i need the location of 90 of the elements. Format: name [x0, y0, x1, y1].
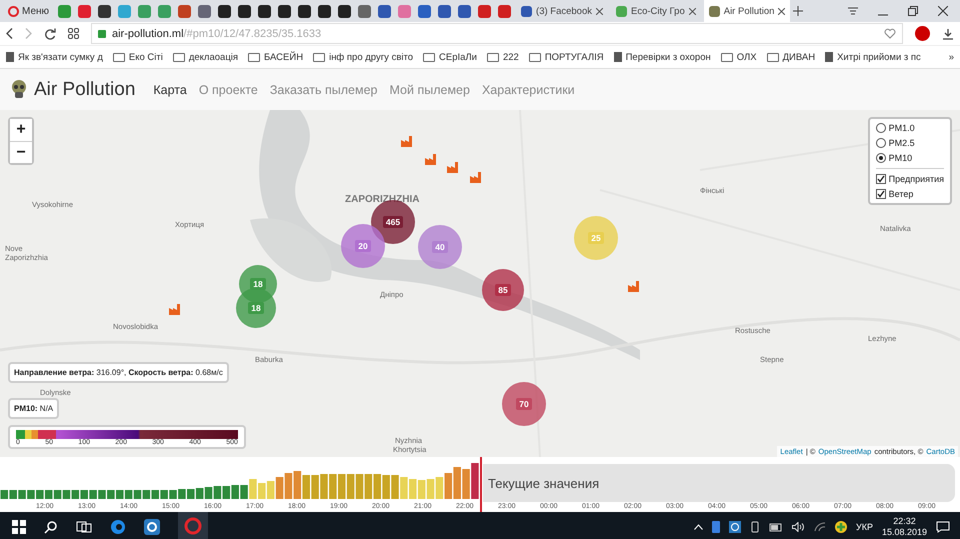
favicon-icon[interactable] — [338, 4, 352, 18]
app-icon[interactable] — [144, 518, 160, 534]
browser-tab[interactable]: Eco-City Гро — [611, 0, 701, 22]
usb-drive-icon[interactable] — [712, 520, 720, 532]
zoom-out-button[interactable]: − — [10, 141, 32, 163]
language-indicator[interactable]: УКР — [856, 522, 873, 532]
clock-date[interactable]: 15.08.2019 — [882, 526, 927, 538]
wifi-icon[interactable] — [814, 522, 826, 532]
brand-title[interactable]: Air Pollution — [34, 78, 136, 100]
tray-app-icon[interactable] — [834, 520, 847, 532]
heart-icon[interactable] — [884, 28, 896, 39]
battery-icon[interactable] — [768, 522, 783, 532]
factory-icon[interactable] — [425, 154, 437, 165]
browser-logo-icon — [8, 6, 19, 16]
factory-icon[interactable] — [169, 304, 181, 315]
download-icon[interactable] — [942, 28, 954, 40]
bookmark-item[interactable]: 222 — [486, 52, 519, 62]
factory-icon[interactable] — [401, 136, 413, 147]
radio-label[interactable]: PM10 — [888, 153, 912, 163]
radio-label[interactable]: PM1.0 — [888, 123, 915, 133]
new-tab-icon[interactable] — [793, 6, 804, 16]
back-icon[interactable] — [6, 28, 13, 39]
bookmark-item[interactable]: ПОРТУГАЛІЯ — [528, 52, 604, 62]
clock-time[interactable]: 22:32 — [893, 516, 916, 526]
bookmark-item[interactable]: Перевірки з охорон — [614, 52, 711, 62]
radio-button[interactable] — [876, 153, 886, 163]
gas-mask-icon — [10, 80, 28, 100]
pm-info: PM10: N/A — [8, 398, 60, 419]
favicon-icon[interactable] — [298, 4, 312, 18]
url-domain: air-pollution.ml — [112, 28, 184, 40]
grid-icon[interactable] — [68, 28, 79, 39]
favicon-icon — [616, 6, 628, 16]
url-path: /#pm10/12/47.8235/35.1633 — [184, 28, 322, 40]
bookmark-item[interactable]: Хитрі прийоми з пс — [825, 52, 921, 62]
opera-icon[interactable] — [178, 512, 208, 539]
radio-label[interactable]: PM2.5 — [888, 138, 915, 148]
close-icon[interactable] — [778, 8, 786, 14]
factory-icon[interactable] — [470, 172, 482, 183]
favicon-icon[interactable] — [318, 4, 332, 18]
checkbox-label[interactable]: Ветер — [888, 189, 914, 199]
checkbox[interactable] — [876, 174, 886, 184]
checkbox-label[interactable]: Предприятия — [888, 174, 944, 184]
bookmark-item[interactable]: CEpIaЛи — [423, 52, 477, 62]
checkbox[interactable] — [876, 189, 886, 199]
close-icon[interactable] — [938, 6, 948, 16]
menu-button[interactable]: Меню — [4, 6, 54, 16]
favicon-icon[interactable] — [218, 4, 232, 18]
bookmark-item[interactable]: БАСЕЙН — [248, 52, 304, 62]
more-bookmarks-button[interactable]: » — [948, 52, 954, 62]
bookmark-item[interactable]: ОЛХ — [720, 52, 757, 62]
current-values-label[interactable]: Текущие значения — [483, 464, 955, 502]
windows-start-icon[interactable] — [12, 520, 26, 534]
tab-title: Air Pollution — [724, 6, 774, 16]
favicon-icon — [521, 6, 532, 16]
tab-menu-icon[interactable] — [848, 6, 858, 16]
favicon-icon[interactable] — [258, 4, 272, 18]
restore-icon[interactable] — [908, 6, 918, 16]
favicon-icon — [708, 6, 720, 16]
factory-icon[interactable] — [447, 162, 459, 173]
bookmark-item[interactable]: інф про другу світо — [313, 52, 414, 62]
favicon-icon[interactable] — [238, 4, 252, 18]
favicon-icon[interactable] — [98, 4, 112, 18]
bookmark-item[interactable]: деклаоація — [172, 52, 238, 62]
factory-icon[interactable] — [628, 281, 640, 292]
pollution-marker[interactable]: 18 — [236, 288, 276, 328]
browser-tab[interactable]: (3) Facebook — [516, 0, 608, 22]
tab-title: Eco-City Гро — [631, 6, 685, 16]
bookmark-item[interactable]: ДИВАН — [766, 52, 816, 62]
favicon-icon[interactable] — [278, 4, 292, 18]
browser-tab[interactable]: Air Pollution — [704, 0, 790, 22]
bookmark-item[interactable]: Як зв'язати сумку д — [6, 52, 103, 62]
pollution-marker[interactable]: 70 — [502, 382, 546, 426]
radio-button[interactable] — [876, 138, 886, 148]
wind-info: Направление ветра: 316.09°, Скорость ветра: 0.68м/с — [8, 362, 229, 383]
chevron-up-icon[interactable] — [694, 524, 703, 530]
volume-icon[interactable] — [792, 522, 805, 532]
search-icon[interactable] — [44, 520, 58, 534]
device-icon[interactable] — [750, 520, 760, 532]
task-view-icon[interactable] — [76, 520, 92, 532]
tab-title: (3) Facebook — [536, 6, 592, 16]
reload-icon[interactable] — [44, 28, 56, 40]
lock-icon — [98, 30, 106, 38]
notifications-icon[interactable] — [936, 520, 950, 532]
pollution-marker[interactable]: 85 — [482, 269, 524, 311]
radio-button[interactable] — [876, 123, 886, 133]
close-icon[interactable] — [688, 8, 696, 14]
address-field[interactable]: air-pollution.ml/#pm10/12/47.8235/35.1633 — [91, 23, 903, 44]
close-icon[interactable] — [596, 8, 604, 14]
nav-link[interactable]: Карта — [153, 82, 187, 96]
bookmark-item[interactable]: Еко Сіті — [112, 52, 163, 62]
